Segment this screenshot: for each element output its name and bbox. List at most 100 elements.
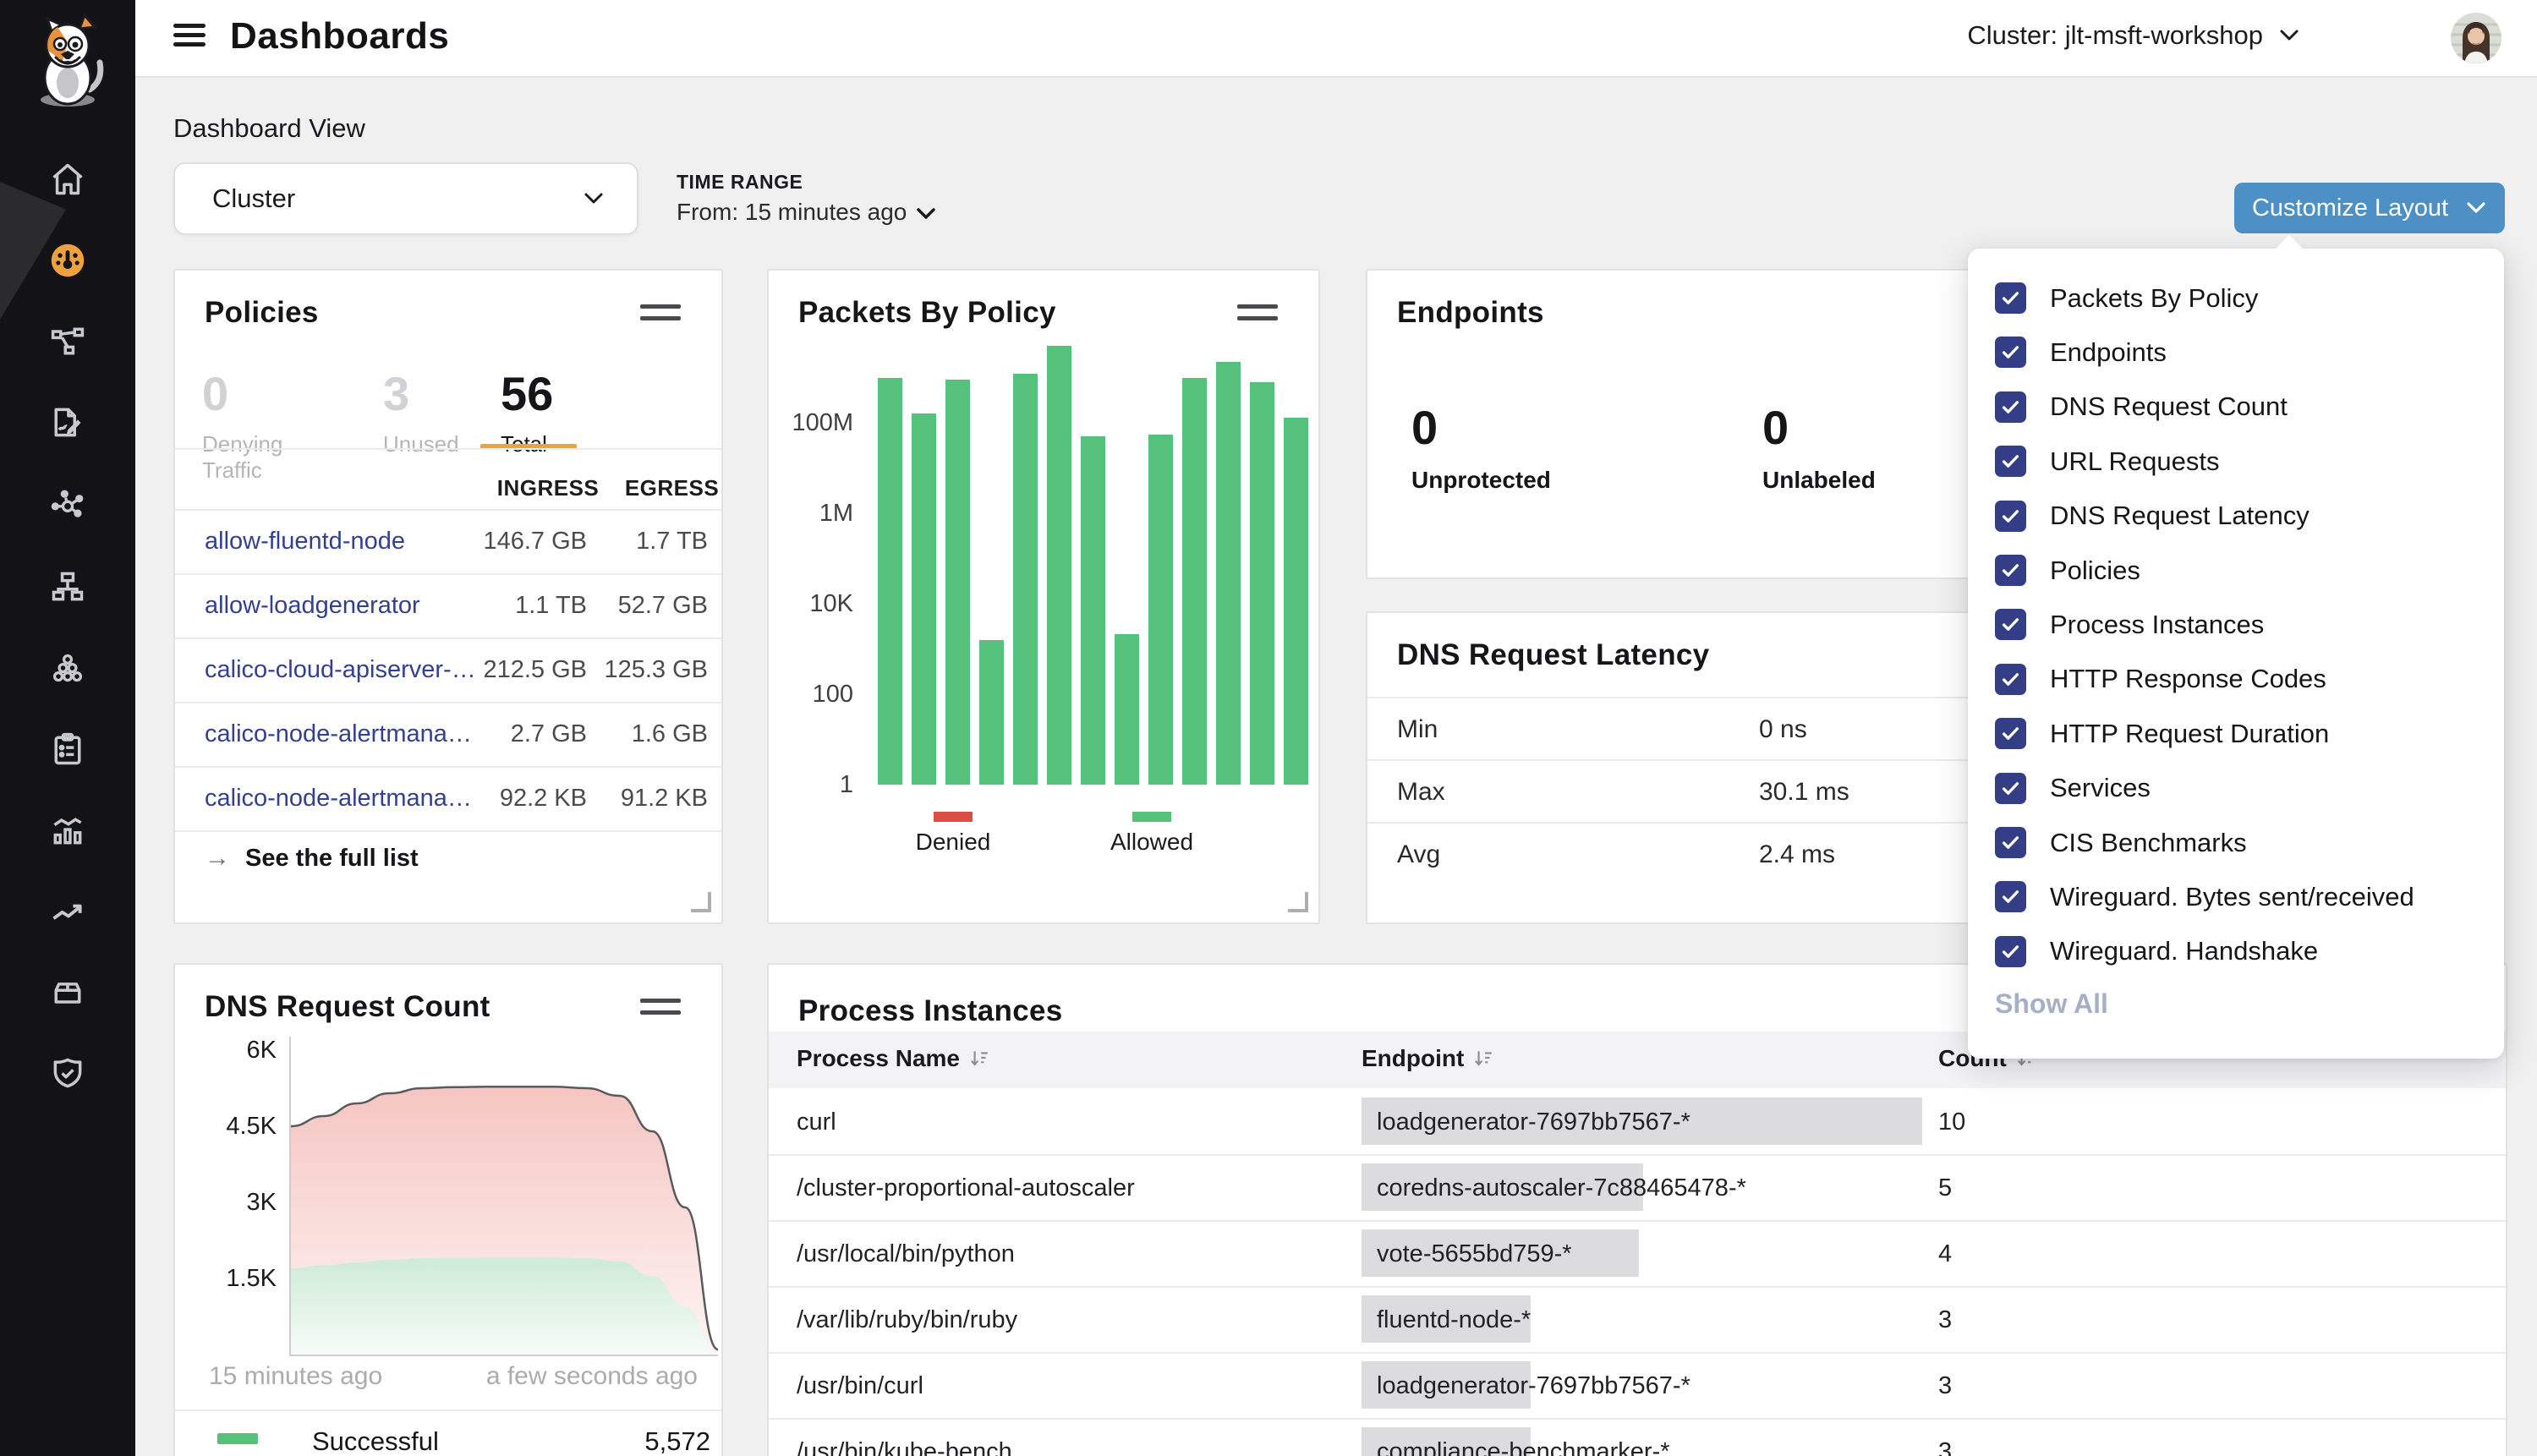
checkbox-checked-icon[interactable] bbox=[1995, 881, 2026, 912]
checkbox-checked-icon[interactable] bbox=[1995, 337, 2026, 368]
service-graph-icon[interactable] bbox=[49, 486, 86, 523]
bar bbox=[912, 413, 936, 785]
stat-unlabeled: 0 Unlabeled bbox=[1762, 404, 1932, 494]
table-row[interactable]: calico-node-alertmana…2.7 GB1.6 GB bbox=[175, 702, 721, 766]
time-range-value[interactable]: From: 15 minutes ago bbox=[677, 199, 932, 226]
checkbox-checked-icon[interactable] bbox=[1995, 773, 2026, 804]
customize-layout-button[interactable]: Customize Layout bbox=[2234, 183, 2505, 233]
menu-item[interactable]: Wireguard. Bytes sent/received bbox=[1995, 881, 2414, 912]
menu-item[interactable]: HTTP Request Duration bbox=[1995, 718, 2329, 749]
menu-item-label: Services bbox=[2050, 773, 2151, 803]
policy-name-link[interactable]: calico-cloud-apiserver-… bbox=[205, 656, 476, 684]
bar bbox=[1284, 418, 1308, 785]
endpoints-cluster-icon[interactable] bbox=[49, 649, 86, 687]
trend-arrow-icon[interactable] bbox=[49, 893, 86, 930]
resize-handle[interactable] bbox=[1288, 892, 1308, 912]
egress-value: 125.3 GB bbox=[604, 656, 708, 684]
drag-handle-icon[interactable] bbox=[1237, 304, 1278, 323]
checkbox-checked-icon[interactable] bbox=[1995, 827, 2026, 858]
network-policies-icon[interactable] bbox=[49, 323, 86, 360]
menu-item[interactable]: Wireguard. Handshake bbox=[1995, 936, 2318, 967]
metrics-chart-icon[interactable] bbox=[49, 812, 86, 849]
dashboard-view-select[interactable]: Cluster bbox=[173, 162, 638, 235]
checkbox-checked-icon[interactable] bbox=[1995, 391, 2026, 423]
menu-item[interactable]: HTTP Response Codes bbox=[1995, 664, 2326, 695]
calico-cat-logo[interactable] bbox=[20, 8, 115, 110]
table-row[interactable]: calico-cloud-apiserver-…212.5 GB125.3 GB bbox=[175, 638, 721, 702]
checkbox-checked-icon[interactable] bbox=[1995, 664, 2026, 695]
menu-hamburger-icon[interactable] bbox=[173, 24, 205, 51]
menu-item[interactable]: Packets By Policy bbox=[1995, 282, 2258, 314]
successful-swatch bbox=[217, 1433, 258, 1444]
policies-card: Policies 0 Denying Traffic 3 Unused 56 T… bbox=[173, 269, 723, 924]
menu-item[interactable]: Process Instances bbox=[1995, 609, 2264, 640]
table-row[interactable]: /var/lib/ruby/bin/rubyfluentd-node-*3 bbox=[769, 1286, 2506, 1352]
chevron-down-icon bbox=[583, 192, 605, 205]
card-title: DNS Request Count bbox=[205, 990, 490, 1024]
tab-unused[interactable]: 3 Unused bbox=[383, 370, 468, 457]
checkbox-checked-icon[interactable] bbox=[1995, 282, 2026, 314]
table-row[interactable]: /cluster-proportional-autoscalercoredns-… bbox=[769, 1154, 2506, 1220]
table-row[interactable]: curlloadgenerator-7697bb7567-*10 bbox=[769, 1088, 2506, 1154]
table-row[interactable]: allow-loadgenerator1.1 TB52.7 GB bbox=[175, 573, 721, 638]
bar bbox=[1115, 634, 1139, 785]
y-tick-label: 6K bbox=[192, 1037, 277, 1065]
policy-name-link[interactable]: allow-loadgenerator bbox=[205, 592, 420, 620]
bar bbox=[979, 640, 1004, 785]
checkbox-checked-icon[interactable] bbox=[1995, 501, 2026, 532]
table-row[interactable]: /usr/bin/kube-benchcompliance-benchmarke… bbox=[769, 1418, 2506, 1456]
checkbox-checked-icon[interactable] bbox=[1995, 609, 2026, 640]
shield-check-icon[interactable] bbox=[49, 1054, 86, 1092]
show-all-link[interactable]: Show All bbox=[1995, 988, 2108, 1020]
menu-item[interactable]: DNS Request Count bbox=[1995, 391, 2288, 423]
cluster-selector[interactable]: Cluster: jlt-msft-workshop bbox=[1967, 20, 2300, 51]
policy-name-link[interactable]: calico-node-alertmana… bbox=[205, 720, 472, 748]
y-tick-label: 100 bbox=[760, 681, 853, 709]
process-name-cell: /usr/bin/curl bbox=[797, 1372, 923, 1400]
y-tick-label: 1 bbox=[760, 771, 853, 799]
checkbox-checked-icon[interactable] bbox=[1995, 446, 2026, 477]
drag-handle-icon[interactable] bbox=[640, 304, 681, 323]
network-topology-icon[interactable] bbox=[49, 568, 86, 605]
compliance-clipboard-icon[interactable] bbox=[49, 731, 86, 768]
legend-denied[interactable]: Denied bbox=[894, 812, 1012, 856]
policy-editor-icon[interactable] bbox=[49, 404, 86, 441]
bar bbox=[1216, 362, 1241, 785]
user-avatar[interactable] bbox=[2451, 13, 2501, 63]
menu-item-label: HTTP Response Codes bbox=[2050, 664, 2326, 694]
dashboard-gauge-icon[interactable] bbox=[49, 242, 86, 279]
column-header-egress: EGRESS bbox=[619, 475, 725, 501]
table-row[interactable]: allow-fluentd-node146.7 GB1.7 TB bbox=[175, 509, 721, 573]
menu-item[interactable]: Endpoints bbox=[1995, 337, 2167, 368]
menu-item[interactable]: CIS Benchmarks bbox=[1995, 827, 2247, 858]
menu-item[interactable]: URL Requests bbox=[1995, 446, 2219, 477]
checkbox-checked-icon[interactable] bbox=[1995, 718, 2026, 749]
bar bbox=[945, 380, 970, 785]
table-row[interactable]: /usr/bin/curlloadgenerator-7697bb7567-*3 bbox=[769, 1352, 2506, 1418]
menu-item[interactable]: DNS Request Latency bbox=[1995, 501, 2310, 532]
section-label: Dashboard View bbox=[173, 113, 365, 144]
process-name-cell: curl bbox=[797, 1108, 836, 1136]
policy-name-link[interactable]: calico-node-alertmana… bbox=[205, 785, 472, 813]
see-full-list-link[interactable]: → See the full list bbox=[205, 844, 419, 873]
package-box-icon[interactable] bbox=[49, 974, 86, 1011]
column-header-endpoint[interactable]: Endpoint bbox=[1362, 1045, 1494, 1072]
egress-value: 91.2 KB bbox=[621, 785, 708, 813]
checkbox-checked-icon[interactable] bbox=[1995, 555, 2026, 586]
drag-handle-icon[interactable] bbox=[640, 999, 681, 1017]
menu-item-label: Policies bbox=[2050, 556, 2140, 586]
policy-name-link[interactable]: allow-fluentd-node bbox=[205, 528, 405, 556]
count-cell: 4 bbox=[1938, 1240, 1952, 1268]
table-row[interactable]: /usr/local/bin/pythonvote-5655bd759-*4 bbox=[769, 1220, 2506, 1286]
table-row[interactable]: calico-node-alertmana…92.2 KB91.2 KB bbox=[175, 766, 721, 830]
menu-item[interactable]: Services bbox=[1995, 773, 2151, 804]
card-title: Packets By Policy bbox=[798, 296, 1056, 330]
home-icon[interactable] bbox=[49, 161, 86, 198]
column-header-process-name[interactable]: Process Name bbox=[797, 1045, 990, 1072]
menu-item[interactable]: Policies bbox=[1995, 555, 2140, 586]
tab-denying-traffic[interactable]: 0 Denying Traffic bbox=[202, 370, 346, 484]
legend-allowed[interactable]: Allowed bbox=[1088, 812, 1215, 856]
resize-handle[interactable] bbox=[691, 892, 711, 912]
time-range-label: TIME RANGE bbox=[677, 171, 932, 194]
checkbox-checked-icon[interactable] bbox=[1995, 936, 2026, 967]
